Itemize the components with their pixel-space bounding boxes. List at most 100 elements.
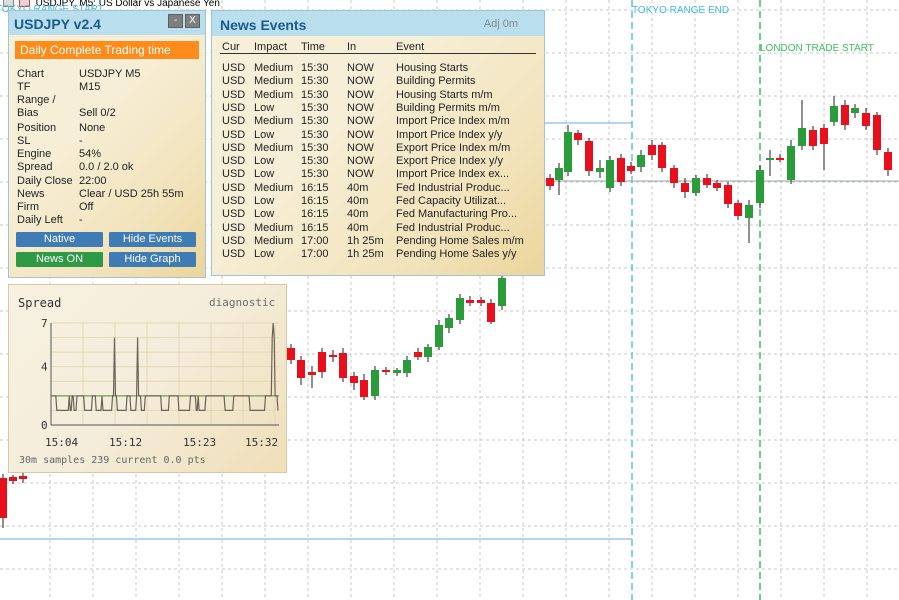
news-cell-event: Building Permits [396, 75, 476, 88]
candle-bull [756, 170, 764, 203]
news-cell-time: 16:15 [301, 221, 329, 234]
candle-bear [287, 348, 295, 360]
info-value: Sell 0/2 [79, 107, 116, 119]
spread-footer: 30m samples 239 current 0.0 pts [19, 455, 206, 466]
info-row-tf: TF M15 [17, 81, 100, 94]
candle-bear [617, 158, 625, 182]
tokyo-range-end-label: TOKYO RANGE END [632, 5, 730, 16]
news-header-in: In [347, 41, 357, 53]
news-header-cur: Cur [222, 41, 240, 53]
candle-bear [841, 105, 849, 125]
info-label: Chart [17, 68, 44, 80]
news-panel: News Events Adj 0m Cur Impact Time In Ev… [211, 10, 545, 276]
news-cell-in: 1h 25m [347, 248, 384, 261]
spread-title: Spread [18, 296, 61, 310]
news-on-button[interactable]: News ON [16, 252, 103, 267]
news-cell-cur: USD [222, 141, 246, 154]
info-value: - [79, 214, 83, 226]
candle-bull [456, 298, 464, 320]
news-cell-impact: Low [254, 248, 275, 261]
info-row-position: Position None [17, 122, 105, 135]
minimize-button[interactable]: - [168, 14, 183, 28]
news-cell-cur: USD [222, 208, 246, 221]
info-value: USDJPY M5 [79, 68, 141, 80]
candle-bear [658, 145, 666, 168]
news-cell-cur: USD [222, 101, 246, 114]
news-cell-impact: Low [254, 155, 275, 168]
candle-bull [403, 360, 411, 373]
candle-bear [546, 178, 554, 186]
news-cell-in: 40m [347, 195, 369, 207]
candle-bull [435, 325, 443, 347]
candle-bull [637, 155, 645, 167]
candle-bull [606, 160, 614, 188]
news-cell-event: Building Permits m/m [396, 101, 500, 114]
candle-bear [19, 476, 27, 479]
candle-bear [350, 376, 358, 383]
spread-x-tick: 15:32 [245, 436, 278, 449]
info-panel: USDJPY v2.4 - X Daily Complete Trading t… [8, 10, 206, 278]
info-value: Off [79, 201, 94, 213]
news-cell-impact: Low [254, 195, 275, 207]
candle-bull [798, 128, 806, 146]
news-cell-event: Export Price Index y/y [396, 155, 503, 168]
news-cell-in: NOW [347, 101, 374, 114]
news-cell-event: Export Price Index m/m [396, 141, 511, 154]
candle-bear [809, 130, 817, 146]
hide-graph-button[interactable]: Hide Graph [109, 252, 196, 267]
news-cell-cur: USD [222, 115, 246, 128]
candle-bear [862, 113, 870, 126]
info-value: 0.0 / 2.0 ok [79, 161, 134, 173]
news-cell-time: 16:15 [301, 208, 329, 221]
info-panel-header[interactable]: USDJPY v2.4 - X [9, 11, 205, 35]
news-cell-in: 40m [347, 221, 369, 234]
news-cell-impact: Medium [254, 62, 294, 74]
candle-bear [734, 203, 742, 216]
news-cell-cur: USD [222, 62, 246, 74]
candle-bear [574, 133, 582, 140]
spread-panel: Spread diagnostic 7 4 0 15:04 15:12 15:23 15:32 3… [8, 284, 287, 473]
candle-bear [487, 303, 495, 322]
candle-bear [308, 372, 316, 375]
info-label: Engine [17, 148, 52, 160]
spread-graph: Spread diagnostic 7 4 0 15:04 15:12 15:23 15:32 3… [18, 296, 279, 466]
spread-x-tick: 15:04 [45, 436, 78, 449]
news-cell-event: Import Price Index ex... [396, 168, 510, 181]
news-cell-time: 16:15 [301, 181, 329, 194]
adjustment-label: Adj 0m [483, 18, 518, 30]
news-header-event: Event [396, 41, 425, 53]
info-row-engine: Engine 54% [17, 148, 101, 161]
news-panel-header[interactable]: News Events Adj 0m [212, 11, 544, 36]
news-cell-time: 15:30 [301, 88, 329, 101]
info-label: Daily Close [17, 175, 73, 187]
news-panel-title: News Events [220, 17, 307, 33]
info-row-spread: Spread 0.0 / 2.0 ok [17, 161, 133, 174]
news-cell-impact: Medium [254, 88, 294, 101]
news-cell-in: NOW [347, 141, 374, 154]
candle-bear [776, 158, 784, 160]
news-header-divider [220, 53, 536, 54]
candle-bull [692, 178, 700, 193]
news-cell-impact: Medium [254, 181, 294, 194]
close-button[interactable]: X [185, 14, 200, 28]
news-cell-cur: USD [222, 248, 246, 261]
news-cell-impact: Low [254, 168, 275, 181]
news-cell-cur: USD [222, 234, 246, 247]
news-cell-impact: Medium [254, 75, 294, 88]
native-button[interactable]: Native [16, 232, 103, 247]
info-label: Range / Bias [17, 94, 56, 119]
candle-bull [830, 106, 838, 122]
candle-bear [627, 166, 635, 171]
news-cell-time: 15:30 [301, 75, 329, 88]
hide-events-button[interactable]: Hide Events [109, 232, 196, 247]
info-row-sl: SL - [17, 135, 83, 148]
candle-bull [766, 158, 774, 160]
info-value: 54% [79, 148, 102, 160]
trading-time-banner: Daily Complete Trading time [15, 41, 199, 59]
news-cell-event: Fed Industrial Produc... [396, 221, 510, 234]
news-cell-time: 15:30 [301, 155, 329, 168]
news-cell-cur: USD [222, 168, 246, 181]
candle-bear [670, 168, 678, 183]
news-cell-impact: Low [254, 128, 275, 141]
candle-bull [564, 132, 572, 172]
